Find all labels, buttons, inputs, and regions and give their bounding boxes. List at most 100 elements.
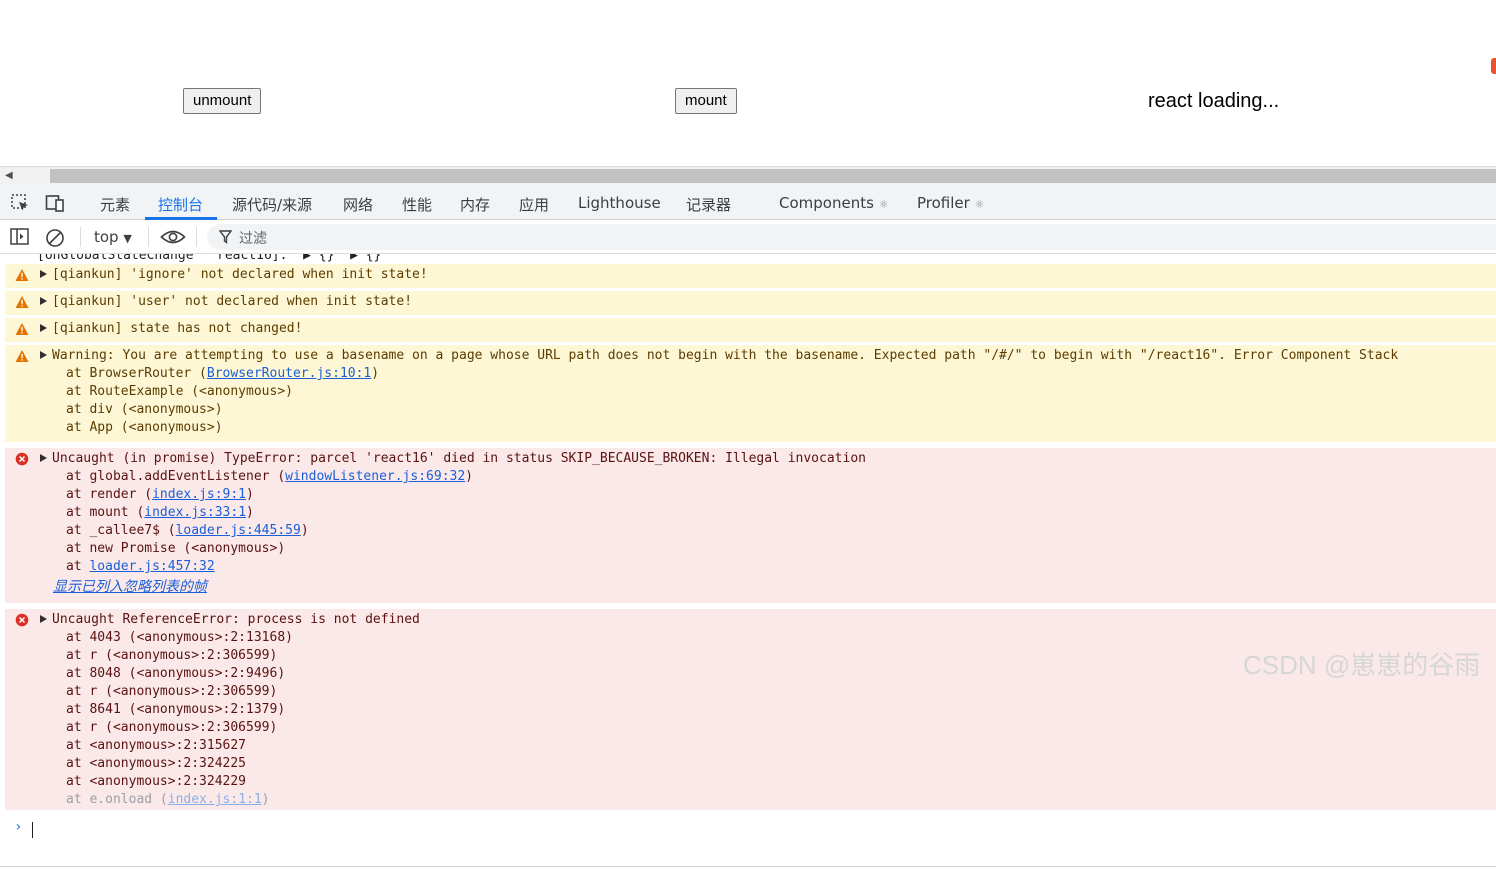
context-label: top [94,228,119,246]
filter-funnel-icon [219,230,232,244]
show-ignored-frames-link[interactable]: 显示已列入忽略列表的帧 [53,576,207,596]
stack-frame: at BrowserRouter (BrowserRouter.js:10:1) [66,365,379,383]
expand-triangle-icon[interactable] [40,454,47,462]
console-error-message[interactable]: Uncaught ReferenceError: process is not … [5,609,1496,810]
console-output: [onGlobalStateChange react16]: ▶ {} ▶ {}… [0,254,1496,869]
stack-frame-text: at div (<anonymous>) [66,402,223,417]
inspect-element-icon[interactable] [10,193,30,213]
stack-frame: at _callee7$ (loader.js:445:59) [66,522,309,540]
stack-frame: at render (index.js:9:1) [66,486,254,504]
expand-triangle-icon[interactable] [40,351,47,359]
context-selector[interactable]: top ▼ [94,228,132,246]
source-link[interactable]: BrowserRouter.js:10:1 [207,366,371,381]
warning-icon [15,350,29,362]
warning-icon [15,269,29,281]
expand-triangle-icon[interactable] [40,615,47,623]
source-link[interactable]: windowListener.js:69:32 [285,469,465,484]
tab-sources[interactable]: 源代码/来源 [232,194,312,215]
dropdown-arrow-icon: ▼ [123,232,132,245]
stack-frame-text: at 8641 (<anonymous>:2:1379) [66,702,286,717]
react-atom-icon: ⚛ [878,198,889,211]
stack-frame: at new Promise (<anonymous>) [66,540,285,558]
source-link[interactable]: index.js:9:1 [152,487,246,502]
console-warning-message[interactable]: Warning: You are attempting to use a bas… [5,345,1496,442]
web-page-area: unmount mount react loading... [0,0,1496,166]
tab-components[interactable]: Components ⚛ [779,194,889,212]
message-text: [qiankun] 'user' not declared when init … [52,294,413,309]
unmount-button[interactable]: unmount [183,88,262,114]
console-warning-message[interactable]: [qiankun] 'ignore' not declared when ini… [5,264,1496,288]
stack-frame: at <anonymous>:2:315627 [66,737,246,755]
stack-frame-suffix: ) [371,366,380,381]
tab-components-label: Components [779,194,874,212]
stack-frame-suffix: ) [465,469,473,484]
tab-memory[interactable]: 内存 [460,194,490,215]
stack-frame-text: at r (<anonymous>:2:306599) [66,684,278,699]
stack-frame-text: at render ( [66,487,153,502]
stack-frame-suffix: ) [261,792,270,807]
toolbar-separator [80,227,81,247]
react-atom-icon: ⚛ [974,198,985,211]
source-link[interactable]: index.js:33:1 [144,505,246,520]
source-link[interactable]: index.js:1:1 [168,792,262,807]
stack-frame-text: at BrowserRouter ( [66,366,207,381]
stack-frame-text: at e.onload ( [66,792,168,807]
warning-icon [15,296,29,308]
source-link[interactable]: loader.js:457:32 [89,559,214,574]
console-warning-message[interactable]: [qiankun] 'user' not declared when init … [5,291,1496,315]
console-error-message[interactable]: Uncaught (in promise) TypeError: parcel … [5,448,1496,603]
error-icon [15,613,29,627]
stack-frame-text: at [66,559,90,574]
stack-frame: at r (<anonymous>:2:306599) [66,683,277,701]
stack-frame: at loader.js:457:32 [66,558,215,576]
scrollbar-thumb[interactable] [50,169,1496,183]
console-warning-message[interactable]: [qiankun] state has not changed! [5,318,1496,342]
sidebar-toggle-icon[interactable] [10,228,30,246]
stack-frame: at r (<anonymous>:2:306599) [66,719,277,737]
expand-triangle-icon[interactable] [40,324,47,332]
stack-frame-text: at global.addEventListener ( [66,469,286,484]
tab-lighthouse[interactable]: Lighthouse [578,194,661,212]
tab-elements[interactable]: 元素 [100,194,130,215]
live-expression-eye-icon[interactable] [160,229,186,245]
stack-frame: at global.addEventListener (windowListen… [66,468,473,486]
tab-performance[interactable]: 性能 [402,194,432,215]
device-toolbar-icon[interactable] [45,193,65,213]
tab-network[interactable]: 网络 [343,194,373,215]
tab-console[interactable]: 控制台 [158,194,203,215]
console-prompt-icon: › [14,819,23,835]
tab-profiler-label: Profiler [917,194,970,212]
stack-frame-text: at r (<anonymous>:2:306599) [66,720,278,735]
loading-text: react loading... [1148,90,1280,112]
expand-triangle-icon[interactable] [40,270,47,278]
stack-frame-text: at <anonymous>:2:324229 [66,774,247,789]
mount-button[interactable]: mount [675,88,737,114]
window-bottom-border [0,866,1496,867]
tab-application[interactable]: 应用 [519,194,549,215]
scroll-left-arrow-icon[interactable]: ◀ [5,170,13,181]
stack-frame: at r (<anonymous>:2:306599) [66,647,277,665]
csdn-watermark: CSDN @崽崽的谷雨 [1243,650,1481,680]
stack-frame-text: at 4043 (<anonymous>:2:13168) [66,630,293,645]
stack-frame-text: at new Promise (<anonymous>) [66,541,286,556]
devtools-panel: 元素 控制台 源代码/来源 网络 性能 内存 应用 Lighthouse 记录器… [0,184,1496,869]
floating-widget-edge[interactable] [1491,58,1496,74]
stack-frame-text: at r (<anonymous>:2:306599) [66,648,278,663]
expand-triangle-icon[interactable] [40,297,47,305]
stack-frame: at div (<anonymous>) [66,401,223,419]
stack-frame-suffix: ) [300,523,309,538]
stack-frame-suffix: ) [246,505,254,520]
source-link[interactable]: loader.js:445:59 [176,523,301,538]
console-input-caret[interactable] [32,822,33,838]
clear-console-icon[interactable] [45,228,65,248]
devtools-tab-bar: 元素 控制台 源代码/来源 网络 性能 内存 应用 Lighthouse 记录器… [0,184,1496,220]
tab-recorder[interactable]: 记录器 [686,194,731,215]
stack-frame: at <anonymous>:2:324229 [66,773,246,791]
message-text: Uncaught ReferenceError: process is not … [52,612,420,627]
tab-profiler[interactable]: Profiler ⚛ [917,194,984,212]
truncated-log-line: [onGlobalStateChange react16]: ▶ {} ▶ {} [37,254,382,263]
stack-frame: at mount (index.js:33:1) [66,504,254,522]
filter-input[interactable]: 过滤 [207,224,1496,250]
horizontal-scrollbar[interactable]: ◀ [0,166,1496,184]
filter-placeholder: 过滤 [239,231,267,247]
